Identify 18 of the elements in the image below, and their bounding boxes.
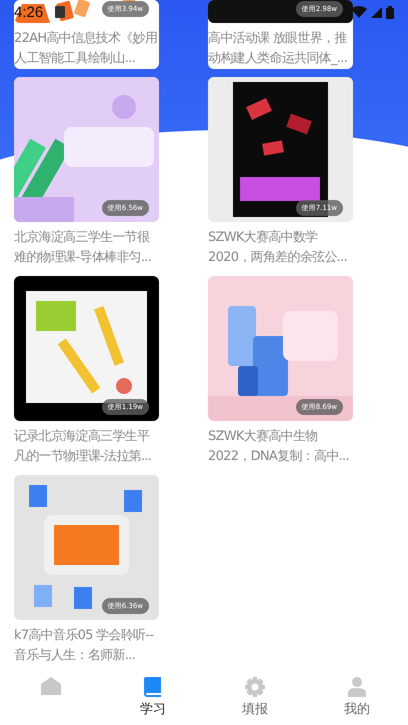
course-title[interactable]: 22AH高中信息技术《妙用人工智能工具绘制山... bbox=[14, 29, 159, 69]
nav-tab[interactable]: 填报 bbox=[204, 672, 306, 725]
nav-tab[interactable]: 我的 bbox=[306, 672, 408, 725]
person-icon bbox=[348, 677, 366, 697]
course-title[interactable]: 记录北京海淀高三学生平凡的一节物理课-法拉第... bbox=[14, 427, 159, 467]
signal-icon bbox=[371, 6, 382, 18]
home-icon bbox=[41, 677, 61, 695]
book-icon bbox=[143, 677, 163, 697]
nav-tab[interactable]: 学习 bbox=[102, 672, 204, 725]
course-title[interactable]: 高中活动课 放眼世界，推动构建人类命运共同体_... bbox=[208, 29, 353, 69]
course-title[interactable]: SZWK大赛高中生物2022，DNA复制：高中... bbox=[208, 427, 353, 467]
course-title[interactable]: SZWK大赛高中数学2020，两角差的余弦公... bbox=[208, 228, 353, 268]
wifi-icon bbox=[351, 6, 367, 18]
notification-icon bbox=[55, 6, 66, 18]
course-title[interactable]: k7高中音乐05 学会聆听--音乐与人生：名师新... bbox=[14, 626, 159, 666]
course-title[interactable]: 北京海淀高三学生一节很难的物理课-导体棒非匀... bbox=[14, 228, 159, 268]
battery-icon bbox=[386, 6, 394, 18]
settings-icon bbox=[245, 677, 265, 697]
